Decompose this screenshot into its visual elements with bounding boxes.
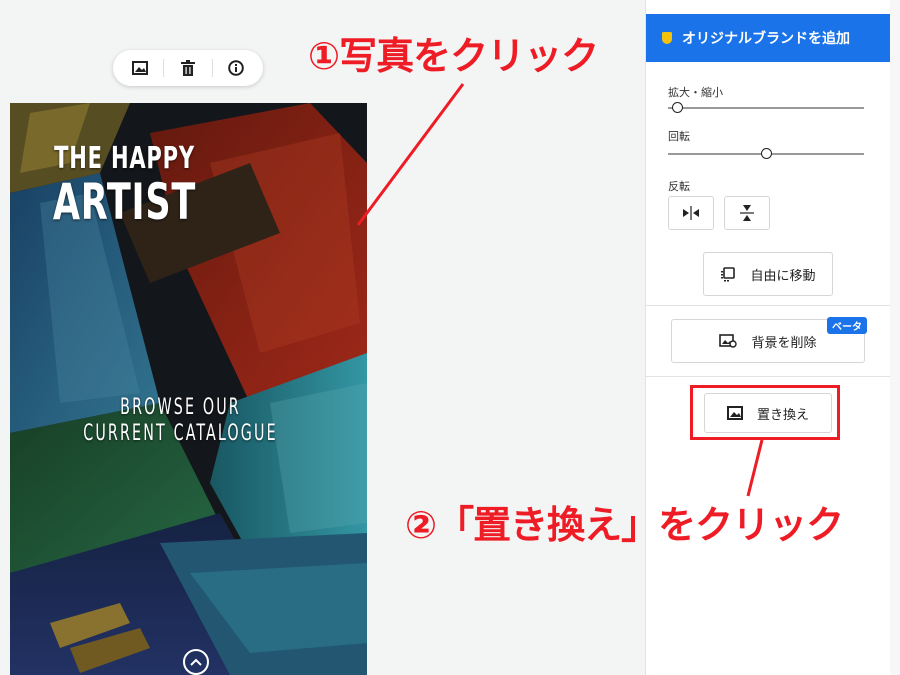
remove-background-icon: [719, 334, 738, 348]
remove-background-label: 背景を削除: [751, 335, 817, 351]
free-move-icon: [720, 266, 736, 282]
flip-horizontal-button[interactable]: [668, 196, 714, 230]
canvas-area: THE HAPPY ARTIST BROWSE OUR CURRENT CATA…: [0, 0, 645, 675]
scroll-up-button[interactable]: [183, 649, 209, 675]
free-move-label: 自由に移動: [750, 268, 816, 284]
beta-badge: ベータ: [827, 317, 867, 334]
panel-divider: [646, 376, 891, 377]
image-icon: [131, 61, 148, 75]
image-toolbar-info-button[interactable]: [218, 53, 254, 83]
annotation-step2: ②「置き換え」をクリック: [405, 503, 844, 547]
image-toolbar-image-button[interactable]: [122, 53, 158, 83]
zoom-slider[interactable]: [668, 102, 864, 114]
image-toolbar-delete-button[interactable]: [170, 53, 206, 83]
image-toolbar: [113, 50, 263, 86]
remove-background-button[interactable]: 背景を削除 ベータ: [671, 317, 867, 363]
brand-shield-icon: [662, 32, 672, 44]
flip-label: 反転: [668, 180, 690, 193]
page-scrollbar[interactable]: [890, 0, 900, 675]
hero-photo[interactable]: THE HAPPY ARTIST BROWSE OUR CURRENT CATA…: [10, 103, 367, 675]
add-brand-label: オリジナルブランドを追加: [682, 31, 850, 47]
annotation-step1: ①写真をクリック: [308, 34, 599, 78]
flip-vertical-icon: [740, 205, 754, 221]
toolbar-divider: [211, 59, 213, 77]
toolbar-divider: [163, 59, 165, 77]
chevron-up-icon: [190, 658, 202, 666]
zoom-slider-knob[interactable]: [671, 102, 683, 113]
rotate-slider-knob[interactable]: [760, 148, 772, 159]
zoom-label: 拡大・縮小: [668, 86, 723, 99]
info-icon: [228, 60, 244, 76]
photo-body-line1: BROWSE OUR: [120, 395, 241, 420]
replace-button-highlight: [690, 385, 840, 440]
rotate-label: 回転: [668, 130, 690, 143]
free-move-button[interactable]: 自由に移動: [703, 252, 833, 296]
add-brand-button[interactable]: オリジナルブランドを追加: [646, 14, 891, 62]
panel-divider: [646, 305, 891, 306]
flip-vertical-button[interactable]: [724, 196, 770, 230]
photo-title-line1: THE HAPPY: [54, 141, 195, 176]
photo-body-line2: CURRENT CATALOGUE: [83, 421, 278, 446]
flip-horizontal-icon: [683, 206, 699, 220]
zoom-slider-track: [668, 107, 864, 109]
photo-title-line2: ARTIST: [52, 173, 197, 231]
trash-icon: [180, 60, 195, 76]
image-settings-panel: オリジナルブランドを追加 拡大・縮小 回転 反転 自由に移動 背景を削除 ベータ…: [645, 0, 891, 675]
rotate-slider[interactable]: [668, 148, 864, 160]
